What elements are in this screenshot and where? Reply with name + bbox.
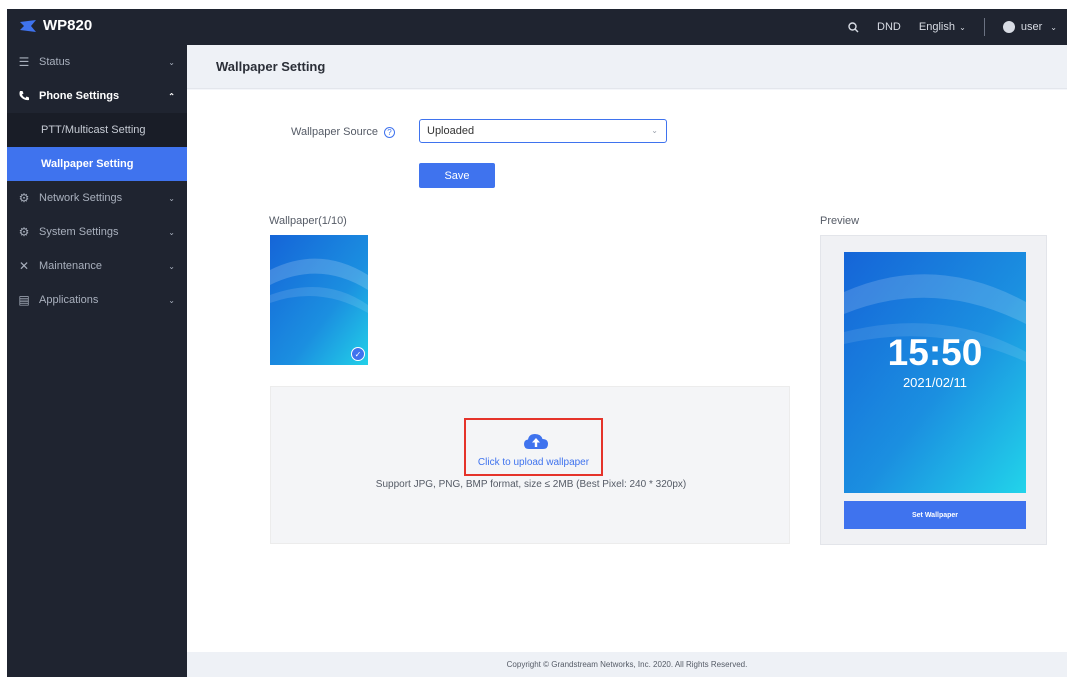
sidebar-item-maintenance[interactable]: ✕ Maintenance ⌄	[7, 249, 187, 283]
wallpaper-image	[270, 235, 368, 365]
copyright-text: Copyright © Grandstream Networks, Inc. 2…	[506, 660, 748, 669]
chevron-up-icon: ⌃	[168, 91, 175, 101]
logo-text: WP820	[43, 17, 93, 34]
footer: Copyright © Grandstream Networks, Inc. 2…	[187, 652, 1067, 677]
language-label: English	[918, 21, 955, 33]
wrench-icon: ✕	[18, 259, 30, 273]
applications-icon: ▤	[18, 293, 30, 307]
sidebar-item-label: Phone Settings	[39, 90, 120, 102]
sidebar-item-network-settings[interactable]: ⚙ Network Settings ⌄	[7, 181, 187, 215]
preview-screen: 15:50 2021/02/11	[844, 252, 1026, 493]
sidebar-item-phone-settings[interactable]: Phone Settings ⌃	[7, 79, 187, 113]
preview-panel: 15:50 2021/02/11 Set Wallpaper	[820, 235, 1047, 545]
sidebar-subitem-wallpaper-setting[interactable]: Wallpaper Setting	[7, 147, 187, 181]
logo-icon	[20, 19, 36, 32]
app-window: WP820 DND English ⌄ user ⌄ ☰ Status ⌄ Ph…	[7, 9, 1067, 677]
user-menu[interactable]: user ⌄	[1002, 21, 1057, 33]
divider	[983, 18, 985, 36]
chevron-down-icon: ⌄	[168, 261, 175, 271]
sidebar-item-label: Network Settings	[39, 192, 123, 204]
selected-check-icon: ✓	[351, 347, 365, 361]
cloud-upload-icon	[524, 434, 548, 449]
chevron-down-icon: ⌄	[168, 57, 175, 67]
sidebar-item-system-settings[interactable]: ⚙ System Settings ⌄	[7, 215, 187, 249]
sidebar-item-label: Maintenance	[39, 260, 102, 272]
sidebar-subitem-ptt-multicast[interactable]: PTT/Multicast Setting	[7, 113, 187, 147]
system-icon: ⚙	[18, 225, 30, 239]
page-header: Wallpaper Setting	[187, 45, 1067, 89]
chevron-down-icon: ⌄	[956, 23, 966, 32]
page-title: Wallpaper Setting	[216, 59, 326, 74]
network-icon: ⚙	[18, 191, 30, 205]
sidebar-item-label: Status	[39, 56, 71, 68]
preview-date: 2021/02/11	[902, 375, 968, 390]
avatar-icon	[1002, 21, 1015, 33]
chevron-down-icon: ⌄	[168, 295, 175, 305]
set-wallpaper-button[interactable]: Set Wallpaper	[844, 501, 1026, 529]
wallpaper-source-label-text: Wallpaper Source	[291, 126, 379, 138]
chevron-down-icon: ⌄	[168, 193, 175, 203]
search-icon[interactable]	[848, 21, 859, 33]
wallpaper-source-label: Wallpaper Source ?	[291, 126, 396, 138]
top-bar: WP820 DND English ⌄ user ⌄	[7, 9, 1067, 45]
logo[interactable]: WP820	[19, 17, 92, 34]
chevron-down-icon: ⌄	[651, 126, 658, 135]
list-icon: ☰	[18, 55, 30, 69]
wallpaper-thumbnail[interactable]: ✓	[270, 235, 368, 365]
sidebar-subitem-label: PTT/Multicast Setting	[41, 124, 146, 136]
chevron-down-icon: ⌄	[1050, 22, 1057, 32]
sidebar-item-label: System Settings	[39, 226, 119, 238]
upload-area[interactable]: Click to upload wallpaper Support JPG, P…	[270, 386, 790, 544]
sidebar-subitem-label: Wallpaper Setting	[41, 158, 134, 170]
sidebar-item-status[interactable]: ☰ Status ⌄	[7, 45, 187, 79]
preview-time: 15:50	[887, 332, 983, 373]
preview-title: Preview	[820, 215, 860, 227]
upload-highlight-box: Click to upload wallpaper	[464, 418, 603, 476]
save-button[interactable]: Save	[419, 163, 495, 188]
help-icon[interactable]: ?	[384, 126, 396, 138]
sidebar: ☰ Status ⌄ Phone Settings ⌃ PTT/Multicas…	[7, 45, 187, 677]
wallpaper-list-title: Wallpaper(1/10)	[269, 215, 347, 227]
language-dropdown[interactable]: English ⌄	[919, 21, 966, 33]
user-label: user	[1020, 21, 1043, 33]
upload-wallpaper-link[interactable]: Click to upload wallpaper	[466, 457, 601, 468]
top-right-controls: DND English ⌄ user ⌄	[848, 9, 1057, 45]
sidebar-item-label: Applications	[39, 294, 99, 306]
wallpaper-source-value: Uploaded	[427, 125, 475, 137]
main-content: Wallpaper Source ? Uploaded ⌄ Save Wallp…	[187, 90, 1067, 652]
dnd-button[interactable]: DND	[877, 21, 901, 33]
upload-hint: Support JPG, PNG, BMP format, size ≤ 2MB…	[375, 479, 687, 490]
chevron-down-icon: ⌄	[168, 227, 175, 237]
wallpaper-source-select[interactable]: Uploaded ⌄	[419, 119, 667, 143]
phone-icon	[17, 89, 31, 103]
sidebar-item-applications[interactable]: ▤ Applications ⌄	[7, 283, 187, 317]
